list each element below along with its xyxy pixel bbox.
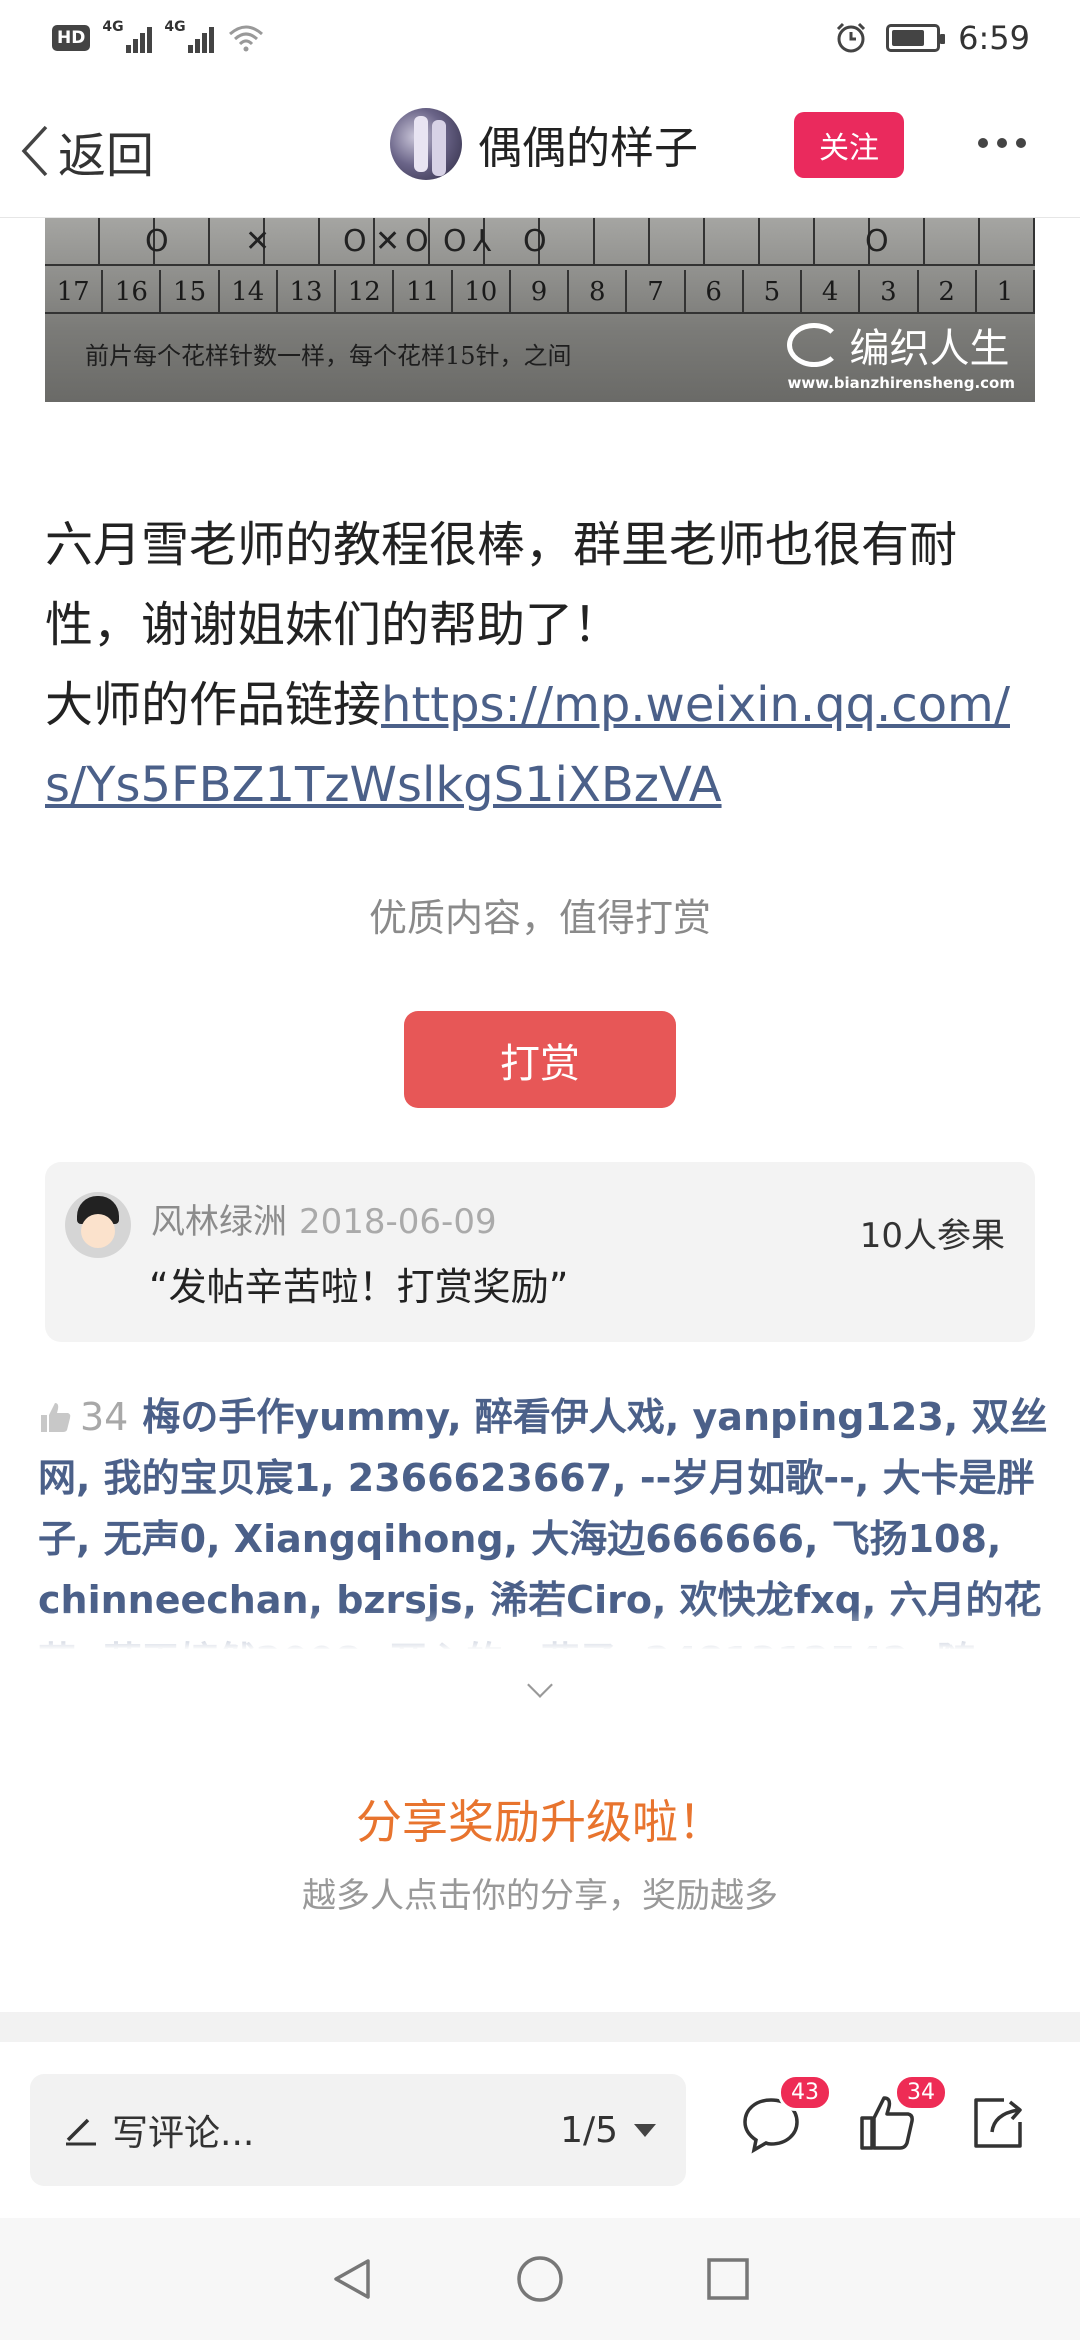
battery-icon bbox=[886, 24, 946, 52]
pen-icon bbox=[66, 2118, 96, 2146]
watermark-logo-icon bbox=[787, 323, 842, 367]
wifi-icon bbox=[229, 25, 264, 52]
like-list-fade bbox=[0, 1610, 1080, 1660]
like-button[interactable]: 34 bbox=[856, 2074, 948, 2154]
like-count-badge: 34 bbox=[894, 2074, 948, 2111]
section-divider bbox=[0, 2012, 1080, 2042]
stitch-number: 1 bbox=[977, 270, 1035, 312]
stitch-number: 10 bbox=[453, 270, 511, 312]
author-name[interactable]: 偶偶的样子 bbox=[478, 112, 698, 176]
stitch-number: 4 bbox=[802, 270, 861, 312]
sim1-label: 4G bbox=[102, 19, 124, 35]
rewarder-name[interactable]: 风林绿洲 bbox=[151, 1202, 287, 1242]
author-avatar[interactable] bbox=[390, 108, 462, 180]
stitch-number: 2 bbox=[919, 270, 977, 312]
stitch-number: 15 bbox=[161, 270, 220, 312]
share-button[interactable] bbox=[968, 2092, 1030, 2154]
reward-button[interactable]: 打赏 bbox=[404, 1011, 676, 1108]
comment-bar: 写评论... 1/5 43 34 bbox=[0, 2042, 1080, 2218]
stitch-number: 16 bbox=[103, 270, 162, 312]
watermark-url: www.bianzhirensheng.com bbox=[787, 374, 1015, 392]
status-bar: HD 4G 4G 6:59 bbox=[0, 0, 1080, 76]
sim2-label: 4G bbox=[164, 19, 186, 35]
signal-icon-sim2: 4G bbox=[164, 19, 215, 53]
post-body: 六月雪老师的教程很棒，群里老师也很有耐性，谢谢姐妹们的帮助了！ 大师的作品链接h… bbox=[45, 505, 1045, 825]
reward-quote: “发帖辛苦啦！打赏奖励” bbox=[149, 1265, 569, 1309]
thumb-icon bbox=[41, 1403, 71, 1432]
back-button[interactable]: 返回 bbox=[20, 116, 154, 186]
reward-hint: 优质内容，值得打赏 bbox=[368, 896, 711, 940]
share-reward-title: 分享奖励升级啦！ bbox=[356, 1795, 724, 1849]
system-nav-bar bbox=[0, 2218, 1080, 2340]
back-chevron-icon bbox=[21, 125, 48, 177]
photo-caption: 前片每个花样针数一样，每个花样15针，之间 bbox=[85, 342, 572, 370]
page-indicator: 1/5 bbox=[560, 2109, 618, 2151]
reward-meta: 风林绿洲 2018-06-09 bbox=[151, 1194, 497, 1243]
comment-placeholder[interactable]: 写评论... bbox=[112, 2104, 560, 2156]
dropdown-caret-icon bbox=[634, 2123, 656, 2137]
author-info[interactable]: 偶偶的样子 bbox=[390, 108, 698, 180]
share-icon bbox=[974, 2098, 1022, 2148]
post-link-line: 大师的作品链接https://mp.weixin.qq.com/s/Ys5FBZ… bbox=[45, 665, 1045, 825]
stitch-number: 3 bbox=[860, 270, 919, 312]
stitch-number: 12 bbox=[336, 270, 395, 312]
expand-chevron-icon[interactable] bbox=[527, 1672, 553, 1698]
stitch-number: 7 bbox=[627, 270, 686, 312]
stitch-number: 6 bbox=[686, 270, 744, 312]
nav-back-button[interactable] bbox=[328, 2255, 376, 2303]
watermark-text: 编织人生 bbox=[849, 326, 1010, 372]
alarm-icon bbox=[837, 22, 866, 53]
post-image[interactable]: O ✕ O ✕ O O ⅄ O O 17 16 15 14 13 12 11 10 9 8 7 6 5 4 3 2 1 前片每个… bbox=[45, 218, 1035, 402]
rewarder-avatar[interactable] bbox=[65, 1192, 131, 1258]
comment-count-badge: 43 bbox=[778, 2074, 832, 2111]
nav-header: 返回 偶偶的样子 关注 bbox=[0, 76, 1080, 218]
share-reward-subtitle: 越多人点击你的分享，奖励越多 bbox=[302, 1876, 778, 1916]
more-icon[interactable] bbox=[978, 138, 1026, 148]
follow-button[interactable]: 关注 bbox=[794, 112, 904, 178]
page-selector[interactable]: 1/5 bbox=[560, 2110, 656, 2151]
nav-home-icon bbox=[517, 2256, 563, 2302]
reward-record-card[interactable]: 风林绿洲 2018-06-09 “发帖辛苦啦！打赏奖励” 10人参果 bbox=[45, 1162, 1035, 1342]
signal-icon-sim1: 4G bbox=[102, 19, 153, 53]
comment-button[interactable]: 43 bbox=[740, 2074, 832, 2154]
knitting-symbols: O ✕ O ✕ O O ⅄ O O bbox=[145, 224, 889, 259]
stitch-number: 8 bbox=[569, 270, 628, 312]
back-label: 返回 bbox=[58, 128, 155, 184]
reward-count: 10人参果 bbox=[859, 1216, 1005, 1256]
nav-back-icon bbox=[334, 2259, 370, 2299]
post-link-prefix: 大师的作品链接 bbox=[45, 677, 382, 733]
post-paragraph: 六月雪老师的教程很棒，群里老师也很有耐性，谢谢姐妹们的帮助了！ bbox=[45, 517, 958, 653]
stitch-number: 14 bbox=[220, 270, 278, 312]
stitch-number: 9 bbox=[511, 270, 570, 312]
comment-input[interactable]: 写评论... 1/5 bbox=[30, 2074, 686, 2186]
stitch-number: 13 bbox=[278, 270, 337, 312]
nav-recents-button[interactable] bbox=[704, 2255, 752, 2303]
watermark: 编织人生 www.bianzhirensheng.com bbox=[787, 316, 1015, 392]
clock: 6:59 bbox=[958, 19, 1030, 57]
hd-indicator: HD bbox=[52, 25, 91, 51]
stitch-number: 17 bbox=[45, 270, 104, 312]
reward-date: 2018-06-09 bbox=[299, 1202, 497, 1242]
stitch-number-row: 17 16 15 14 13 12 11 10 9 8 7 6 5 4 3 2 1 bbox=[45, 270, 1035, 314]
like-count: 34 bbox=[80, 1395, 129, 1439]
nav-home-button[interactable] bbox=[516, 2255, 564, 2303]
stitch-number: 11 bbox=[394, 270, 453, 312]
stitch-number: 5 bbox=[744, 270, 803, 312]
nav-recents-icon bbox=[707, 2258, 749, 2300]
